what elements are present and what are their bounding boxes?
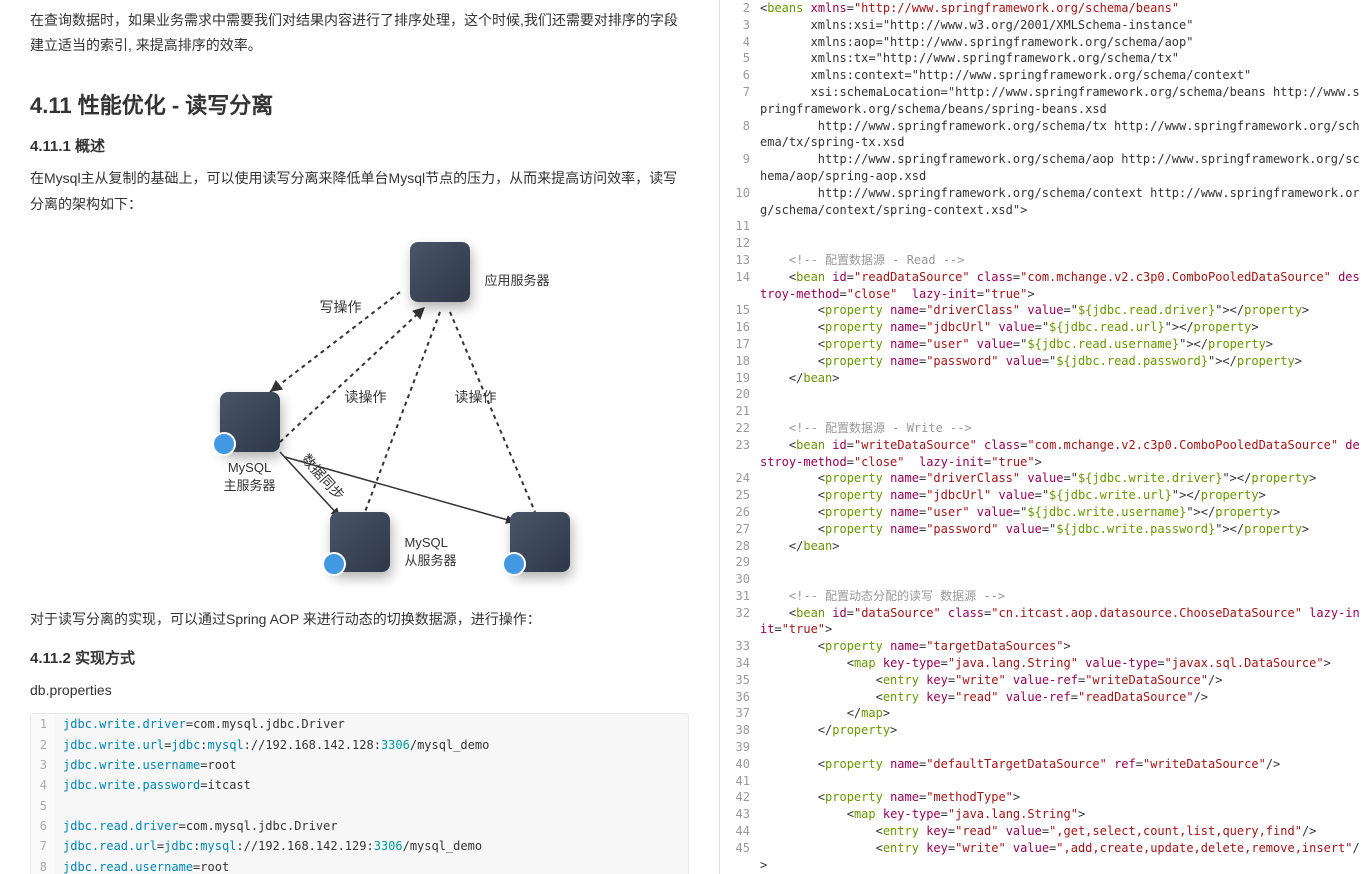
code-right-column: 2<beans xmlns="http://www.springframewor… (720, 0, 1372, 874)
server-icon (330, 512, 390, 572)
aop-paragraph: 对于读写分离的实现，可以通过Spring AOP 来进行动态的切换数据源，进行操… (30, 607, 689, 632)
server-icon (510, 512, 570, 572)
db-properties-code[interactable]: 1jdbc.write.driver=com.mysql.jdbc.Driver… (30, 713, 689, 874)
code-line: 17 <property name="user" value="${jdbc.r… (720, 336, 1372, 353)
code-line: 28 </bean> (720, 538, 1372, 555)
code-line: 41 (720, 773, 1372, 790)
database-icon (502, 552, 526, 576)
mysql-slave-node-1 (330, 512, 390, 572)
code-line: 12 (720, 235, 1372, 252)
code-line: 35 <entry key="write" value-ref="writeDa… (720, 672, 1372, 689)
code-line: 45 <entry key="write" value=",add,create… (720, 840, 1372, 874)
overview-paragraph: 在Mysql主从复制的基础上，可以使用读写分离来降低单台Mysql节点的压力，从… (30, 166, 689, 216)
code-line: 34 <map key-type="java.lang.String" valu… (720, 655, 1372, 672)
code-line: 43 <map key-type="java.lang.String"> (720, 806, 1372, 823)
read-op-label-1: 读操作 (345, 387, 387, 407)
code-line: 13 <!-- 配置数据源 - Read --> (720, 252, 1372, 269)
slave-label: MySQL 从服务器 (405, 535, 457, 569)
app-server-label: 应用服务器 (485, 270, 550, 289)
code-line: 23 <bean id="writeDataSource" class="com… (720, 437, 1372, 471)
code-line: 6 xmlns:context="http://www.springframew… (720, 67, 1372, 84)
code-line: 36 <entry key="read" value-ref="readData… (720, 689, 1372, 706)
code-line: 21 (720, 403, 1372, 420)
code-line: 27 <property name="password" value="${jd… (720, 521, 1372, 538)
app-server-node (410, 242, 470, 302)
mysql-master-node: MySQL 主服务器 (220, 392, 280, 494)
sync-label: 数据同步 (296, 449, 348, 504)
subsection-heading-1: 4.11.1 概述 (30, 135, 689, 156)
code-line: 38 </property> (720, 722, 1372, 739)
code-line: 30 (720, 571, 1372, 588)
code-line: 8jdbc.read.username=root (31, 857, 688, 874)
code-line: 31 <!-- 配置动态分配的读写 数据源 --> (720, 588, 1372, 605)
code-line: 9 http://www.springframework.org/schema/… (720, 151, 1372, 185)
code-line: 4 xmlns:aop="http://www.springframework.… (720, 34, 1372, 51)
code-line: 15 <property name="driverClass" value="$… (720, 302, 1372, 319)
code-line: 22 <!-- 配置数据源 - Write --> (720, 420, 1372, 437)
code-line: 26 <property name="user" value="${jdbc.w… (720, 504, 1372, 521)
code-line: 19 </bean> (720, 370, 1372, 387)
intro-paragraph: 在查询数据时，如果业务需求中需要我们对结果内容进行了排序处理，这个时候,我们还需… (30, 8, 689, 58)
server-icon (410, 242, 470, 302)
mysql-slave-node-2 (510, 512, 570, 572)
code-line: 8 http://www.springframework.org/schema/… (720, 118, 1372, 152)
code-line: 6jdbc.read.driver=com.mysql.jdbc.Driver (31, 816, 688, 836)
database-icon (322, 552, 346, 576)
read-op-label-2: 读操作 (455, 387, 497, 407)
server-icon (220, 392, 280, 452)
code-line: 37 </map> (720, 705, 1372, 722)
code-line: 42 <property name="methodType"> (720, 789, 1372, 806)
code-line: 25 <property name="jdbcUrl" value="${jdb… (720, 487, 1372, 504)
code-line: 3 xmlns:xsi="http://www.w3.org/2001/XMLS… (720, 17, 1372, 34)
code-line: 16 <property name="jdbcUrl" value="${jdb… (720, 319, 1372, 336)
code-line: 18 <property name="password" value="${jd… (720, 353, 1372, 370)
code-line: 44 <entry key="read" value=",get,select,… (720, 823, 1372, 840)
code-line: 39 (720, 739, 1372, 756)
code-line: 20 (720, 386, 1372, 403)
article-left-column: 在查询数据时，如果业务需求中需要我们对结果内容进行了排序处理，这个时候,我们还需… (0, 0, 720, 874)
code-line: 10 http://www.springframework.org/schema… (720, 185, 1372, 219)
database-icon (212, 432, 236, 456)
subsection-heading-2: 4.11.2 实现方式 (30, 647, 689, 668)
code-line: 2jdbc.write.url=jdbc:mysql://192.168.142… (31, 735, 688, 755)
code-line: 4jdbc.write.password=itcast (31, 775, 688, 795)
code-line: 7jdbc.read.url=jdbc:mysql://192.168.142.… (31, 836, 688, 856)
code-line: 14 <bean id="readDataSource" class="com.… (720, 269, 1372, 303)
code-line: 32 <bean id="dataSource" class="cn.itcas… (720, 605, 1372, 639)
code-line: 11 (720, 218, 1372, 235)
code-line: 5 xmlns:tx="http://www.springframework.o… (720, 50, 1372, 67)
section-heading: 4.11 性能优化 - 读写分离 (30, 88, 689, 120)
db-properties-label: db.properties (30, 678, 689, 703)
master-label: MySQL 主服务器 (220, 460, 280, 494)
code-line: 7 xsi:schemaLocation="http://www.springf… (720, 84, 1372, 118)
code-line: 33 <property name="targetDataSources"> (720, 638, 1372, 655)
architecture-diagram: 应用服务器 MySQL 主服务器 MySQL 从服务器 写操作 读操作 读操作 … (120, 232, 600, 592)
code-line: 24 <property name="driverClass" value="$… (720, 470, 1372, 487)
spring-xml-code[interactable]: 2<beans xmlns="http://www.springframewor… (720, 0, 1372, 874)
code-line: 3jdbc.write.username=root (31, 755, 688, 775)
code-line: 1jdbc.write.driver=com.mysql.jdbc.Driver (31, 714, 688, 734)
code-line: 5 (31, 796, 688, 816)
write-op-label: 写操作 (320, 297, 362, 317)
code-line: 29 (720, 554, 1372, 571)
code-line: 2<beans xmlns="http://www.springframewor… (720, 0, 1372, 17)
code-line: 40 <property name="defaultTargetDataSour… (720, 756, 1372, 773)
